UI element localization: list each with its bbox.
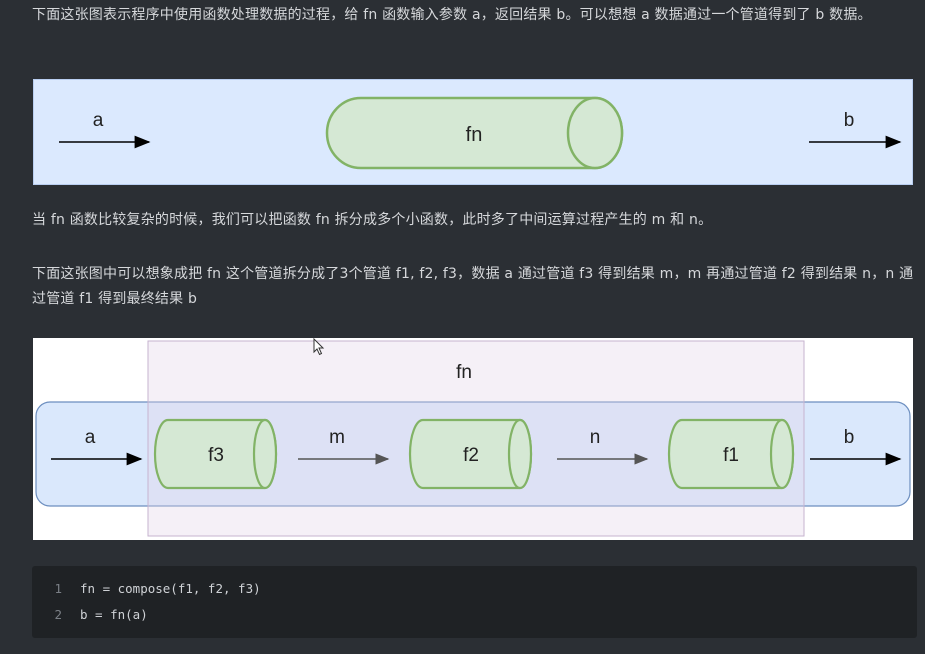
code-block: 1 fn = compose(f1, f2, f3) 2 b = fn(a) xyxy=(32,566,917,638)
intro-paragraph: 下面这张图表示程序中使用函数处理数据的过程，给 fn 函数输入参数 a，返回结果… xyxy=(32,7,872,23)
composed-pipes-diagram: fn a f3 m f2 n f1 b xyxy=(33,338,913,540)
fn-group-label: fn xyxy=(456,362,472,383)
mid-n-label: n xyxy=(590,427,601,448)
f1-pipe-label: f1 xyxy=(723,445,739,466)
mid-m-label: m xyxy=(329,427,345,448)
f3-pipe: f3 xyxy=(153,418,278,490)
line-number: 1 xyxy=(54,581,62,596)
article-page: 下面这张图表示程序中使用函数处理数据的过程，给 fn 函数输入参数 a，返回结果… xyxy=(0,0,925,654)
mouse-cursor-icon xyxy=(313,338,325,356)
code-text: b = fn(a) xyxy=(80,607,148,622)
output-b-label: b xyxy=(844,427,855,448)
input-a-label: a xyxy=(85,427,96,448)
fn-pipe-label: fn xyxy=(466,124,483,146)
input-a-label: a xyxy=(93,110,104,131)
composed-pipes-svg: fn a f3 m f2 n f1 b xyxy=(35,340,911,537)
single-pipe-svg: a fn b xyxy=(59,96,902,170)
split-paragraph: 下面这张图中可以想象成把 fn 这个管道拆分成了3个管道 f1, f2, f3，… xyxy=(32,266,914,307)
output-b-label: b xyxy=(844,110,855,131)
f2-pipe-label: f2 xyxy=(463,445,479,466)
f1-pipe: f1 xyxy=(667,418,795,490)
f2-pipe: f2 xyxy=(408,418,533,490)
f3-pipe-label: f3 xyxy=(208,445,224,466)
complex-paragraph: 当 fn 函数比较复杂的时候，我们可以把函数 fn 拆分成多个小函数，此时多了中… xyxy=(32,212,713,228)
code-line: 2 b = fn(a) xyxy=(32,605,148,625)
code-text: fn = compose(f1, f2, f3) xyxy=(80,581,261,596)
code-line: 1 fn = compose(f1, f2, f3) xyxy=(32,579,261,599)
fn-pipe: fn xyxy=(325,96,624,170)
single-pipe-diagram: a fn b xyxy=(33,79,913,185)
line-number: 2 xyxy=(54,607,62,622)
